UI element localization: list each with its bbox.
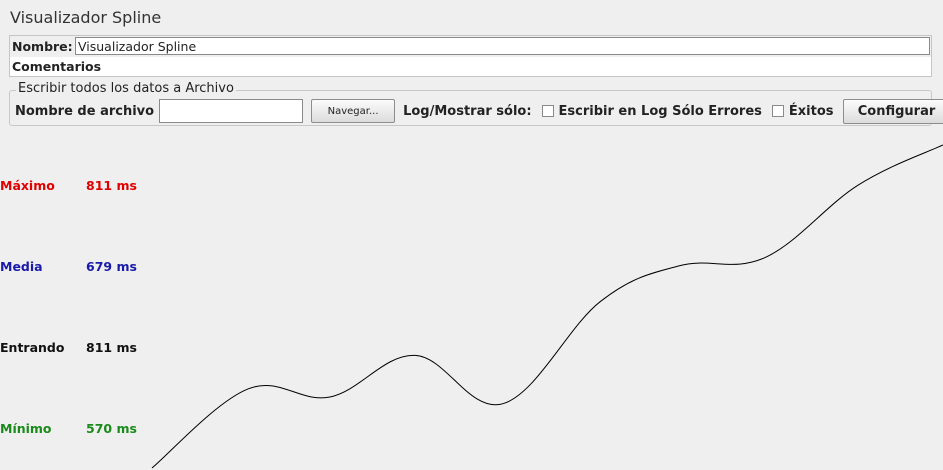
spline-visualizer-panel: Visualizador Spline Nombre: Comentarios … xyxy=(0,0,943,470)
spline-line xyxy=(151,144,943,469)
spline-chart xyxy=(151,144,943,469)
